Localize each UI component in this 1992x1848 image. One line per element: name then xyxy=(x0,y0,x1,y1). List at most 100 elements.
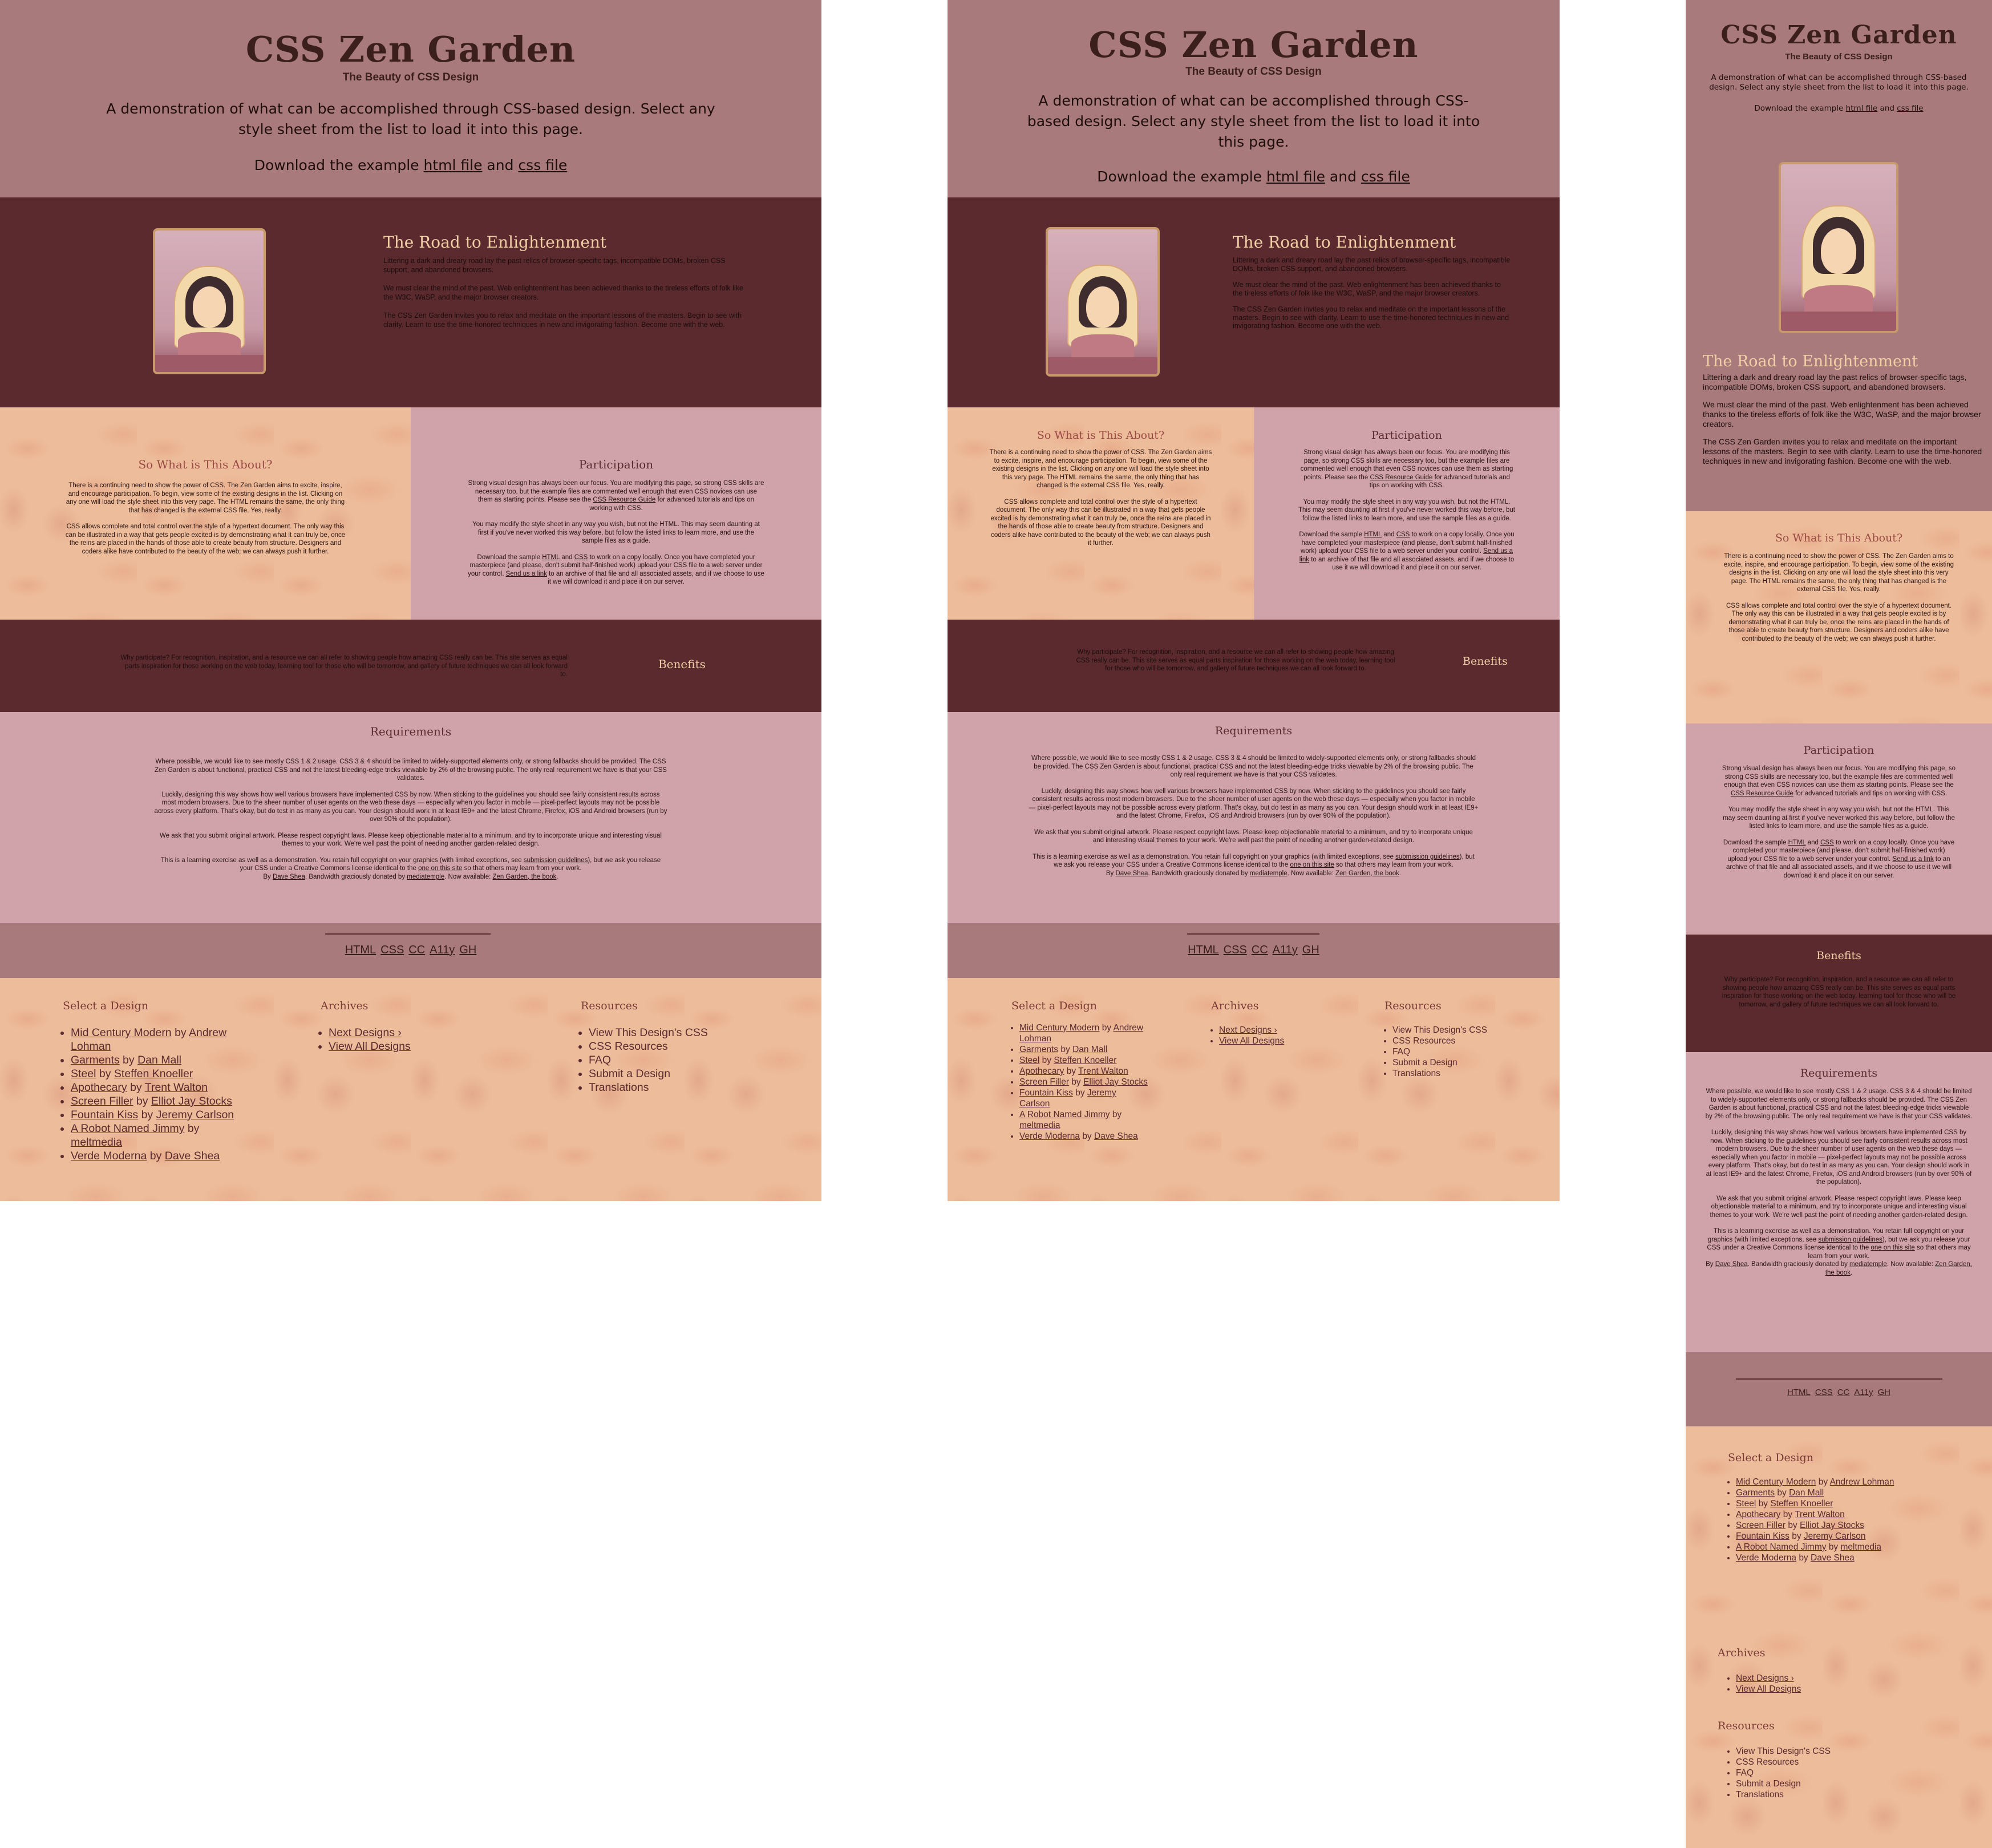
sample-html-link[interactable]: HTML xyxy=(1788,839,1806,846)
about-heading: So What is This About? xyxy=(138,458,273,471)
license-link[interactable]: one on this site xyxy=(418,865,462,872)
resources-list: Resources View This Design's CSS CSS Res… xyxy=(581,1000,752,1094)
next-designs-link[interactable]: Next Designs › xyxy=(1736,1673,1794,1683)
send-link[interactable]: Send us a link xyxy=(506,571,547,577)
footer-html-link[interactable]: HTML xyxy=(345,944,376,956)
road-heading: The Road to Enlightenment xyxy=(383,233,607,252)
resource-link[interactable]: CSS Resources xyxy=(589,1040,668,1053)
footer-cc-link[interactable]: CC xyxy=(1252,944,1268,956)
benefits-section: Why participate? For recognition, inspir… xyxy=(948,620,1560,712)
resource-link[interactable]: FAQ xyxy=(589,1054,611,1066)
preview-mobile: CSS Zen Garden The Beauty of CSS Design … xyxy=(1686,0,1992,1848)
sample-css-link[interactable]: CSS xyxy=(1396,531,1410,538)
archives-list: Archives Next Designs › View All Designs xyxy=(1211,1000,1314,1046)
footer-gh-link[interactable]: GH xyxy=(1877,1388,1890,1397)
html-file-link[interactable]: html file xyxy=(1846,104,1878,113)
sidebar: Select a Design Mid Century Modern by An… xyxy=(0,978,821,1201)
sample-html-link[interactable]: HTML xyxy=(1364,531,1382,538)
intro-text: A demonstration of what can be accomplis… xyxy=(1027,92,1480,150)
road-heading: The Road to Enlightenment xyxy=(1703,353,1918,370)
footer-links: HTML CSS CC A11y GH xyxy=(1686,1388,1992,1397)
site-subtitle: The Beauty of CSS Design xyxy=(1785,52,1893,62)
about-section: So What is This About? There is a contin… xyxy=(948,407,1254,620)
design-item: Fountain Kiss by Jeremy Carlson xyxy=(71,1108,251,1122)
author-link[interactable]: Dave Shea xyxy=(1116,870,1148,877)
resource-link[interactable]: CSS Resources xyxy=(1392,1036,1455,1046)
participation-heading: Participation xyxy=(578,458,654,471)
resource-link[interactable]: View This Design's CSS xyxy=(589,1026,708,1039)
participation-section: Participation Strong visual design has a… xyxy=(1254,407,1560,620)
intro-text: A demonstration of what can be accomplis… xyxy=(106,100,715,138)
send-link[interactable]: Send us a link xyxy=(1892,856,1933,863)
road-section: The Road to Enlightenment Littering a da… xyxy=(0,197,821,407)
css-resource-guide-link[interactable]: CSS Resource Guide xyxy=(1370,474,1432,481)
submission-guidelines-link[interactable]: submission guidelines xyxy=(1395,854,1460,860)
css-file-link[interactable]: css file xyxy=(518,157,567,173)
footer-a11y-link[interactable]: A11y xyxy=(430,944,455,956)
footer-a11y-link[interactable]: A11y xyxy=(1854,1388,1873,1397)
preview-desktop-wide: CSS Zen Garden The Beauty of CSS Design … xyxy=(0,0,821,1201)
submission-guidelines-link[interactable]: submission guidelines xyxy=(1818,1236,1882,1243)
view-all-designs-link[interactable]: View All Designs xyxy=(329,1040,411,1053)
resources-list: Resources View This Design's CSS CSS Res… xyxy=(1384,1000,1521,1079)
design-item: A Robot Named Jimmy by meltmedia xyxy=(1736,1542,1899,1552)
download-line: Download the example html file and css f… xyxy=(254,157,568,173)
resource-link[interactable]: View This Design's CSS xyxy=(1736,1746,1831,1756)
resource-link[interactable]: Submit a Design xyxy=(589,1067,670,1080)
footer-html-link[interactable]: HTML xyxy=(1787,1388,1811,1397)
css-file-link[interactable]: css file xyxy=(1897,104,1923,113)
sample-css-link[interactable]: CSS xyxy=(574,554,588,561)
footer-cc-link[interactable]: CC xyxy=(1837,1388,1850,1397)
book-link[interactable]: Zen Garden, the book xyxy=(493,874,557,880)
resource-link[interactable]: Translations xyxy=(1392,1069,1440,1078)
resource-link[interactable]: Submit a Design xyxy=(1736,1779,1801,1789)
book-link[interactable]: Zen Garden, the book xyxy=(1335,870,1399,877)
footer-css-link[interactable]: CSS xyxy=(380,944,404,956)
resource-link[interactable]: View This Design's CSS xyxy=(1392,1025,1487,1035)
footer-cc-link[interactable]: CC xyxy=(408,944,425,956)
page-footer: HTML CSS CC A11y GH xyxy=(0,923,821,978)
next-designs-link[interactable]: Next Designs › xyxy=(329,1026,402,1039)
design-item: Steel by Steffen Knoeller xyxy=(71,1067,251,1081)
design-item: Apothecary by Trent Walton xyxy=(71,1081,251,1094)
footer-css-link[interactable]: CSS xyxy=(1224,944,1247,956)
css-resource-guide-link[interactable]: CSS Resource Guide xyxy=(593,496,655,503)
download-line: Download the example html file and css f… xyxy=(1754,104,1924,113)
view-all-designs-link[interactable]: View All Designs xyxy=(1736,1684,1801,1694)
sample-css-link[interactable]: CSS xyxy=(1820,839,1834,846)
resource-link[interactable]: CSS Resources xyxy=(1736,1757,1799,1767)
resource-link[interactable]: FAQ xyxy=(1736,1768,1754,1778)
css-resource-guide-link[interactable]: CSS Resource Guide xyxy=(1731,790,1793,797)
resource-link[interactable]: FAQ xyxy=(1392,1047,1410,1057)
license-link[interactable]: one on this site xyxy=(1870,1244,1914,1251)
view-all-designs-link[interactable]: View All Designs xyxy=(1219,1036,1284,1046)
host-link[interactable]: mediatemple xyxy=(1250,870,1287,877)
resource-link[interactable]: Submit a Design xyxy=(1392,1058,1457,1067)
html-file-link[interactable]: html file xyxy=(424,157,483,173)
footer-css-link[interactable]: CSS xyxy=(1815,1388,1833,1397)
author-link[interactable]: Dave Shea xyxy=(1715,1261,1748,1268)
html-file-link[interactable]: html file xyxy=(1266,168,1325,185)
author-link[interactable]: Dave Shea xyxy=(273,874,305,880)
footer-gh-link[interactable]: GH xyxy=(1302,944,1319,956)
footer-gh-link[interactable]: GH xyxy=(459,944,476,956)
requirements-section: Requirements Where possible, we would li… xyxy=(948,712,1560,923)
next-designs-link[interactable]: Next Designs › xyxy=(1219,1025,1277,1035)
css-file-link[interactable]: css file xyxy=(1361,168,1410,185)
select-design-list: Select a Design Mid Century Modern by An… xyxy=(63,1000,251,1163)
resource-link[interactable]: Translations xyxy=(1736,1790,1784,1800)
footer-a11y-link[interactable]: A11y xyxy=(1273,944,1298,956)
site-subtitle: The Beauty of CSS Design xyxy=(342,71,479,83)
license-link[interactable]: one on this site xyxy=(1290,862,1334,868)
submission-guidelines-link[interactable]: submission guidelines xyxy=(524,857,588,864)
about-section: So What is This About? There is a contin… xyxy=(1686,511,1992,723)
footer-html-link[interactable]: HTML xyxy=(1188,944,1218,956)
benefits-heading: Benefits xyxy=(1816,949,1861,962)
preview-desktop-medium: CSS Zen Garden The Beauty of CSS Design … xyxy=(948,0,1560,1201)
sample-html-link[interactable]: HTML xyxy=(542,554,560,561)
participation-section: Participation Strong visual design has a… xyxy=(1686,723,1992,935)
resource-link[interactable]: Translations xyxy=(589,1081,649,1094)
design-item: Garments by Dan Mall xyxy=(71,1053,251,1067)
host-link[interactable]: mediatemple xyxy=(407,874,444,880)
host-link[interactable]: mediatemple xyxy=(1849,1261,1887,1268)
